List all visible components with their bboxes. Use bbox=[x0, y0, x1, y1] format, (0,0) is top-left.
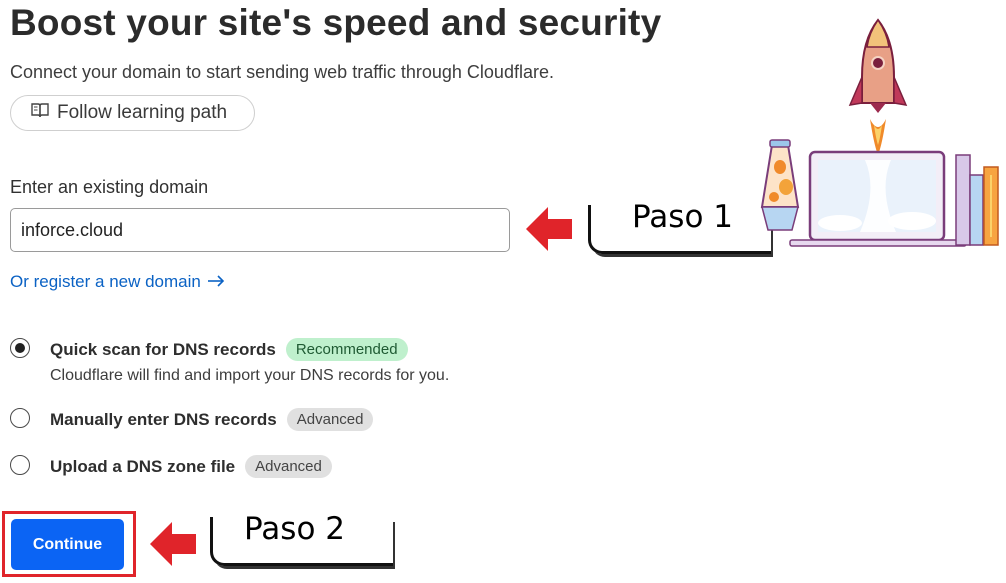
option-quick-scan-description: Cloudflare will find and import your DNS… bbox=[50, 367, 450, 384]
advanced-badge: Advanced bbox=[245, 455, 332, 478]
page-subtitle: Connect your domain to start sending web… bbox=[10, 62, 554, 82]
option-manual-entry[interactable]: Manually enter DNS records Advanced bbox=[10, 408, 374, 431]
arrow-right-icon bbox=[207, 272, 225, 292]
option-quick-scan-label: Quick scan for DNS records bbox=[50, 339, 276, 359]
follow-learning-path-label: Follow learning path bbox=[57, 102, 228, 123]
register-domain-label: Or register a new domain bbox=[10, 272, 201, 291]
option-upload-zone-file[interactable]: Upload a DNS zone file Advanced bbox=[10, 455, 332, 478]
continue-button[interactable]: Continue bbox=[11, 519, 124, 570]
books-icon bbox=[955, 154, 999, 246]
step1-label: Paso 1 bbox=[632, 199, 733, 235]
radio-quick-scan[interactable] bbox=[10, 338, 30, 358]
option-quick-scan[interactable]: Quick scan for DNS records Recommended C… bbox=[10, 338, 449, 385]
option-upload-zone-file-label: Upload a DNS zone file bbox=[50, 456, 236, 476]
rocket-laptop-illustration bbox=[760, 18, 999, 247]
domain-field-label: Enter an existing domain bbox=[10, 177, 209, 197]
follow-learning-path-button[interactable]: Follow learning path bbox=[10, 95, 255, 131]
rocket-icon bbox=[848, 18, 908, 155]
radio-selected-dot bbox=[15, 343, 25, 353]
page-title: Boost your site's speed and security bbox=[10, 2, 662, 43]
step2-label: Paso 2 bbox=[244, 511, 345, 547]
book-open-icon bbox=[31, 102, 49, 124]
red-arrow-left-icon bbox=[150, 522, 196, 566]
option-manual-entry-label: Manually enter DNS records bbox=[50, 409, 277, 429]
advanced-badge: Advanced bbox=[286, 408, 374, 431]
radio-manual-entry[interactable] bbox=[10, 408, 30, 428]
red-arrow-left-icon bbox=[526, 207, 572, 251]
page: Boost your site's speed and security Con… bbox=[0, 0, 1006, 583]
laptop-icon bbox=[789, 150, 967, 247]
register-domain-link[interactable]: Or register a new domain bbox=[10, 272, 225, 292]
radio-upload-zone-file[interactable] bbox=[10, 455, 30, 475]
recommended-badge: Recommended bbox=[285, 338, 408, 361]
domain-input[interactable] bbox=[10, 208, 510, 252]
lava-lamp-icon bbox=[760, 139, 800, 231]
